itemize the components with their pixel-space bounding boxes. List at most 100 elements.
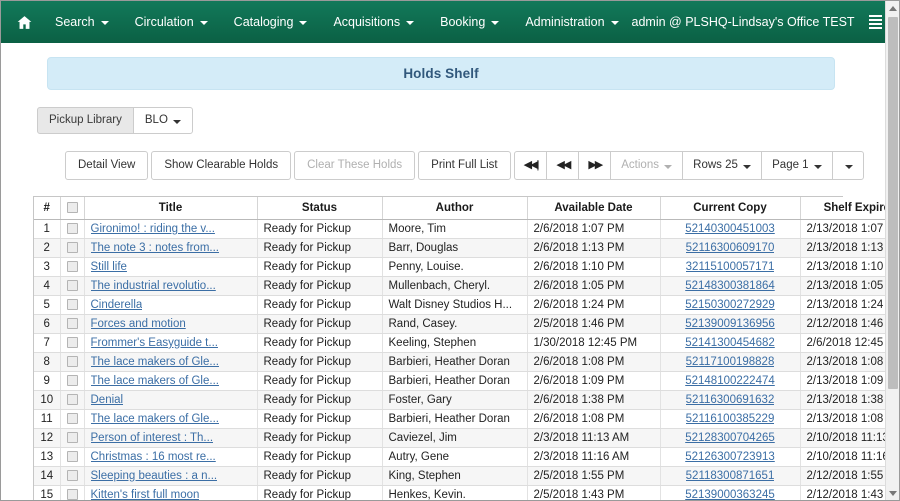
show-clearable-holds-button[interactable]: Show Clearable Holds: [151, 150, 292, 180]
table-row[interactable]: 13 Christmas : 16 most re... Ready for Pic…: [34, 447, 899, 467]
print-full-list-button[interactable]: Print Full List: [418, 150, 511, 180]
table-row[interactable]: 11 The lace makers of Gle... Ready for Pic…: [34, 409, 899, 429]
row-checkbox[interactable]: [66, 489, 78, 500]
table-row[interactable]: 2 The note 3 : notes from... Ready for Pic…: [34, 238, 899, 258]
current-copy-link[interactable]: 52148300381864: [685, 280, 775, 292]
vertical-scrollbar[interactable]: [885, 1, 899, 500]
nav-item-administration[interactable]: Administration: [512, 9, 631, 35]
column-header-select-all[interactable]: [60, 196, 85, 220]
select-all-checkbox[interactable]: [66, 202, 78, 214]
cell-select[interactable]: [60, 409, 85, 429]
row-checkbox[interactable]: [66, 394, 78, 406]
cell-select[interactable]: [60, 314, 85, 334]
first-page-button[interactable]: ◀◀|: [513, 150, 548, 180]
cell-select[interactable]: [60, 257, 85, 277]
title-link[interactable]: The note 3 : notes from...: [91, 242, 219, 254]
current-copy-link[interactable]: 52126300723913: [685, 451, 775, 463]
current-user-label[interactable]: admin @ PLSHQ-Lindsay's Office TEST: [632, 15, 857, 29]
current-copy-link[interactable]: 52148100222474: [685, 375, 775, 387]
title-link[interactable]: Cinderella: [91, 299, 143, 311]
cell-select[interactable]: [60, 485, 85, 500]
table-row[interactable]: 10 Denial Ready for Pickup Foster, Gary 2/6/…: [34, 390, 899, 410]
nav-item-booking[interactable]: Booking: [427, 9, 512, 35]
column-header-status[interactable]: Status: [257, 196, 383, 220]
row-checkbox[interactable]: [66, 280, 78, 292]
table-row[interactable]: 12 Person of interest : Th... Ready for Pi…: [34, 428, 899, 448]
nav-item-circulation[interactable]: Circulation: [122, 9, 221, 35]
title-link[interactable]: Frommer's Easyguide t...: [91, 337, 218, 349]
table-row[interactable]: 4 The industrial revolutio... Ready for Pi…: [34, 276, 899, 296]
title-link[interactable]: Denial: [91, 394, 124, 406]
cell-select[interactable]: [60, 219, 85, 239]
clear-these-holds-button[interactable]: Clear These Holds: [294, 150, 416, 180]
column-header-title[interactable]: Title: [84, 196, 258, 220]
cell-select[interactable]: [60, 352, 85, 372]
column-header-number[interactable]: #: [34, 196, 61, 220]
cell-select[interactable]: [60, 333, 85, 353]
row-checkbox[interactable]: [66, 337, 78, 349]
current-copy-link[interactable]: 52150300272929: [685, 299, 775, 311]
column-header-author[interactable]: Author: [382, 196, 528, 220]
title-link[interactable]: Christmas : 16 most re...: [91, 451, 216, 463]
title-link[interactable]: Person of interest : Th...: [91, 432, 214, 444]
current-copy-link[interactable]: 52116100385229: [686, 413, 775, 425]
title-link[interactable]: Still life: [91, 261, 127, 273]
table-row[interactable]: 3 Still life Ready for Pickup Penny, Louise…: [34, 257, 899, 277]
current-copy-link[interactable]: 52116300609170: [686, 242, 775, 254]
scrollbar-thumb[interactable]: [888, 17, 898, 389]
row-checkbox[interactable]: [66, 261, 78, 273]
row-checkbox[interactable]: [66, 318, 78, 330]
previous-page-button[interactable]: ◀◀: [546, 150, 580, 180]
current-copy-link[interactable]: 52128300704265: [685, 432, 775, 444]
cell-select[interactable]: [60, 276, 85, 296]
title-link[interactable]: The lace makers of Gle...: [91, 375, 219, 387]
table-row[interactable]: 5 Cinderella Ready for Pickup Walt Disney S…: [34, 295, 899, 315]
row-checkbox[interactable]: [66, 432, 78, 444]
scroll-up-button[interactable]: [886, 1, 899, 15]
current-copy-link[interactable]: 52116300691632: [686, 394, 775, 406]
detail-view-button[interactable]: Detail View: [65, 150, 149, 180]
actions-menu-button[interactable]: Actions: [610, 150, 684, 180]
nav-item-cataloging[interactable]: Cataloging: [221, 9, 321, 35]
current-copy-link[interactable]: 52140300451003: [685, 223, 775, 235]
home-button[interactable]: [13, 9, 42, 36]
table-row[interactable]: 8 The lace makers of Gle... Ready for Pick…: [34, 352, 899, 372]
scroll-down-button[interactable]: [886, 486, 899, 500]
row-checkbox[interactable]: [66, 242, 78, 254]
page-selector-button[interactable]: Page 1: [761, 150, 833, 180]
row-checkbox[interactable]: [66, 375, 78, 387]
pickup-library-select[interactable]: BLO: [132, 107, 194, 134]
cell-select[interactable]: [60, 466, 85, 486]
current-copy-link[interactable]: 52141300454682: [685, 337, 775, 349]
table-row[interactable]: 1 Gironimo! : riding the v... Ready for Pi…: [34, 219, 899, 239]
title-link[interactable]: The lace makers of Gle...: [91, 413, 219, 425]
cell-select[interactable]: [60, 390, 85, 410]
table-row[interactable]: 6 Forces and motion Ready for Pickup Rand, …: [34, 314, 899, 334]
title-link[interactable]: Kitten's first full moon: [91, 489, 200, 500]
title-link[interactable]: Sleeping beauties : a n...: [91, 470, 218, 482]
current-copy-link[interactable]: 52118300871651: [686, 470, 775, 482]
title-link[interactable]: Gironimo! : riding the v...: [91, 223, 215, 235]
table-row[interactable]: 7 Frommer's Easyguide t... Ready for Picku…: [34, 333, 899, 353]
title-link[interactable]: The lace makers of Gle...: [91, 356, 219, 368]
title-link[interactable]: Forces and motion: [91, 318, 186, 330]
row-checkbox[interactable]: [66, 470, 78, 482]
column-header-current-copy[interactable]: Current Copy: [660, 196, 801, 220]
title-link[interactable]: The industrial revolutio...: [91, 280, 216, 292]
table-row[interactable]: 15 Kitten's first full moon Ready for Pick…: [34, 485, 899, 500]
cell-select[interactable]: [60, 447, 85, 467]
table-row[interactable]: 14 Sleeping beauties : a n... Ready for Pi…: [34, 466, 899, 486]
row-checkbox[interactable]: [66, 451, 78, 463]
cell-select[interactable]: [60, 238, 85, 258]
next-page-button[interactable]: ▶▶: [578, 150, 612, 180]
row-checkbox[interactable]: [66, 223, 78, 235]
row-checkbox[interactable]: [66, 413, 78, 425]
table-row[interactable]: 9 The lace makers of Gle... Ready for Pick…: [34, 371, 899, 391]
rows-per-page-button[interactable]: Rows 25: [682, 150, 763, 180]
current-copy-link[interactable]: 32115100057171: [686, 261, 775, 273]
cell-select[interactable]: [60, 428, 85, 448]
current-copy-link[interactable]: 52139009136956: [685, 318, 775, 330]
grid-options-button[interactable]: [831, 150, 864, 180]
cell-select[interactable]: [60, 371, 85, 391]
nav-item-search[interactable]: Search: [42, 9, 122, 35]
